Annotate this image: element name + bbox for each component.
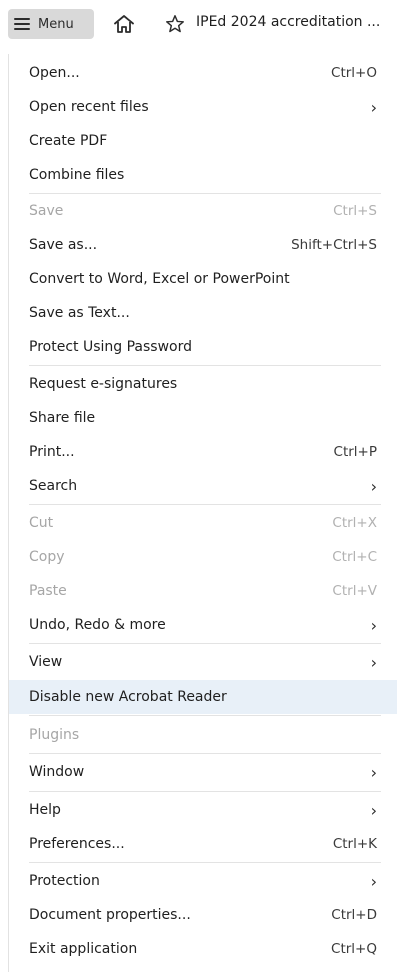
chevron-right-icon: › xyxy=(370,871,377,891)
menu-item-search[interactable]: Search › xyxy=(9,469,397,503)
menu-button[interactable]: Menu xyxy=(8,9,94,39)
menu-item-label: Help xyxy=(29,802,61,818)
menu-divider xyxy=(29,504,381,505)
menu-item-label: Protect Using Password xyxy=(29,339,192,355)
menu-item-request-esignatures[interactable]: Request e-signatures xyxy=(9,367,397,401)
chevron-right-icon: › xyxy=(370,476,377,496)
menu-button-label: Menu xyxy=(38,16,74,32)
menu-item-label: Share file xyxy=(29,410,96,426)
menu-divider xyxy=(29,791,381,792)
menu-item-label: Window xyxy=(29,764,85,780)
menu-item-shortcut: Ctrl+C xyxy=(332,549,377,565)
chevron-right-icon: › xyxy=(370,800,377,820)
menu-divider xyxy=(29,715,381,716)
menu-item-shortcut: Ctrl+O xyxy=(331,65,377,81)
menu-item-label: Paste xyxy=(29,583,67,599)
chevron-right-icon: › xyxy=(370,652,377,672)
menu-item-help[interactable]: Help › xyxy=(9,793,397,827)
menu-item-label: Search xyxy=(29,478,78,494)
menu-item-label: Save as Text... xyxy=(29,305,130,321)
chevron-right-icon: › xyxy=(370,615,377,635)
menu-item-label: Document properties... xyxy=(29,907,191,923)
home-icon[interactable] xyxy=(112,12,136,36)
menu-divider xyxy=(29,643,381,644)
menu-item-create-pdf[interactable]: Create PDF xyxy=(9,124,397,158)
chevron-right-icon: › xyxy=(370,97,377,117)
menu-item-combine-files[interactable]: Combine files xyxy=(9,158,397,192)
menu-item-label: Exit application xyxy=(29,941,138,957)
menu-divider xyxy=(29,753,381,754)
menu-item-cut: Cut Ctrl+X xyxy=(9,506,397,540)
menu-item-save: Save Ctrl+S xyxy=(9,194,397,228)
main-menu-panel: Open... Ctrl+O Open recent files › Creat… xyxy=(8,54,397,972)
menu-item-document-properties[interactable]: Document properties... Ctrl+D xyxy=(9,898,397,932)
menu-item-protection[interactable]: Protection › xyxy=(9,864,397,898)
menu-item-label: Preferences... xyxy=(29,836,125,852)
menu-item-label: Save xyxy=(29,203,64,219)
menu-item-label: Combine files xyxy=(29,167,125,183)
menu-item-convert[interactable]: Convert to Word, Excel or PowerPoint xyxy=(9,262,397,296)
menu-item-label: View xyxy=(29,654,63,670)
menu-item-undo-redo[interactable]: Undo, Redo & more › xyxy=(9,608,397,642)
menu-item-paste: Paste Ctrl+V xyxy=(9,574,397,608)
menu-item-preferences[interactable]: Preferences... Ctrl+K xyxy=(9,827,397,861)
star-icon[interactable] xyxy=(164,13,186,35)
menu-item-shortcut: Ctrl+X xyxy=(332,515,377,531)
menu-item-view[interactable]: View › xyxy=(9,645,397,679)
menu-item-label: Save as... xyxy=(29,237,98,253)
menu-item-print[interactable]: Print... Ctrl+P xyxy=(9,435,397,469)
menu-item-label: Create PDF xyxy=(29,133,108,149)
menu-item-label: Print... xyxy=(29,444,75,460)
menu-item-share-file[interactable]: Share file xyxy=(9,401,397,435)
menu-item-label: Convert to Word, Excel or PowerPoint xyxy=(29,271,290,287)
menu-item-exit-application[interactable]: Exit application Ctrl+Q xyxy=(9,932,397,966)
menu-divider xyxy=(29,862,381,863)
menu-item-label: Copy xyxy=(29,549,65,565)
menu-item-label: Undo, Redo & more xyxy=(29,617,166,633)
menu-item-shortcut: Ctrl+D xyxy=(331,907,377,923)
menu-item-label: Plugins xyxy=(29,727,80,743)
top-toolbar: Menu IPEd 2024 accreditation ... xyxy=(0,0,398,48)
menu-item-label: Disable new Acrobat Reader xyxy=(29,689,227,705)
document-title: IPEd 2024 accreditation ... xyxy=(196,14,381,30)
menu-item-shortcut: Ctrl+V xyxy=(332,583,377,599)
menu-item-disable-new-reader[interactable]: Disable new Acrobat Reader xyxy=(9,680,397,714)
menu-item-label: Request e-signatures xyxy=(29,376,178,392)
menu-item-open[interactable]: Open... Ctrl+O xyxy=(9,56,397,90)
menu-item-copy: Copy Ctrl+C xyxy=(9,540,397,574)
menu-item-save-as[interactable]: Save as... Shift+Ctrl+S xyxy=(9,228,397,262)
chevron-right-icon: › xyxy=(370,762,377,782)
menu-item-label: Open... xyxy=(29,65,80,81)
menu-item-plugins: Plugins xyxy=(9,718,397,752)
menu-item-window[interactable]: Window › xyxy=(9,755,397,789)
menu-item-shortcut: Ctrl+P xyxy=(333,444,377,460)
menu-item-protect-password[interactable]: Protect Using Password xyxy=(9,330,397,364)
menu-item-label: Protection xyxy=(29,873,100,889)
hamburger-icon xyxy=(14,18,30,30)
menu-item-shortcut: Ctrl+S xyxy=(333,203,377,219)
menu-divider xyxy=(29,365,381,366)
menu-item-label: Cut xyxy=(29,515,54,531)
menu-item-shortcut: Ctrl+K xyxy=(332,836,377,852)
menu-item-shortcut: Ctrl+Q xyxy=(331,941,377,957)
menu-item-label: Open recent files xyxy=(29,99,149,115)
menu-item-save-as-text[interactable]: Save as Text... xyxy=(9,296,397,330)
menu-item-open-recent-files[interactable]: Open recent files › xyxy=(9,90,397,124)
menu-item-shortcut: Shift+Ctrl+S xyxy=(291,237,377,253)
